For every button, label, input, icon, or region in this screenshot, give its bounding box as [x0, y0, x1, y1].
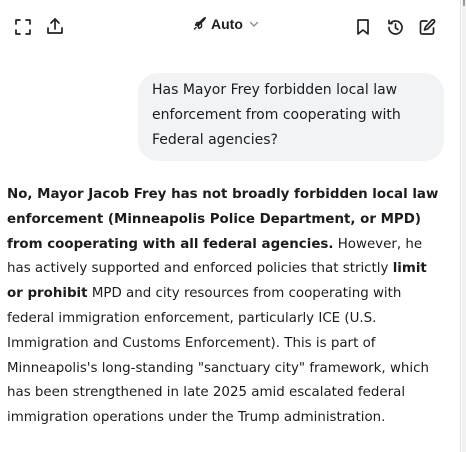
user-message-line: Has Mayor Frey forbidden local law	[152, 82, 398, 98]
user-message-line: enforcement from cooperating with	[152, 107, 401, 123]
model-label: Auto	[211, 16, 243, 32]
top-toolbar: Auto	[0, 0, 466, 52]
rocket-icon	[193, 17, 207, 31]
edit-compose-icon[interactable]	[416, 16, 438, 38]
chevron-down-icon	[248, 18, 260, 30]
share-upload-icon[interactable]	[44, 15, 66, 37]
answer-text: MPD and city resources from cooperating …	[7, 286, 429, 426]
scroll-rail	[460, 0, 461, 452]
expand-icon[interactable]	[12, 16, 34, 38]
history-icon[interactable]	[384, 16, 406, 38]
assistant-message: No, Mayor Jacob Frey has not broadly for…	[7, 183, 443, 431]
model-selector-button[interactable]: Auto	[193, 14, 260, 34]
user-message-bubble: Has Mayor Frey forbidden local law enfor…	[138, 73, 444, 161]
user-message-line: Federal agencies?	[152, 132, 278, 148]
scrollbar-thumb[interactable]	[463, 0, 465, 6]
bookmark-icon[interactable]	[352, 16, 374, 38]
scrollbar[interactable]	[462, 0, 466, 452]
